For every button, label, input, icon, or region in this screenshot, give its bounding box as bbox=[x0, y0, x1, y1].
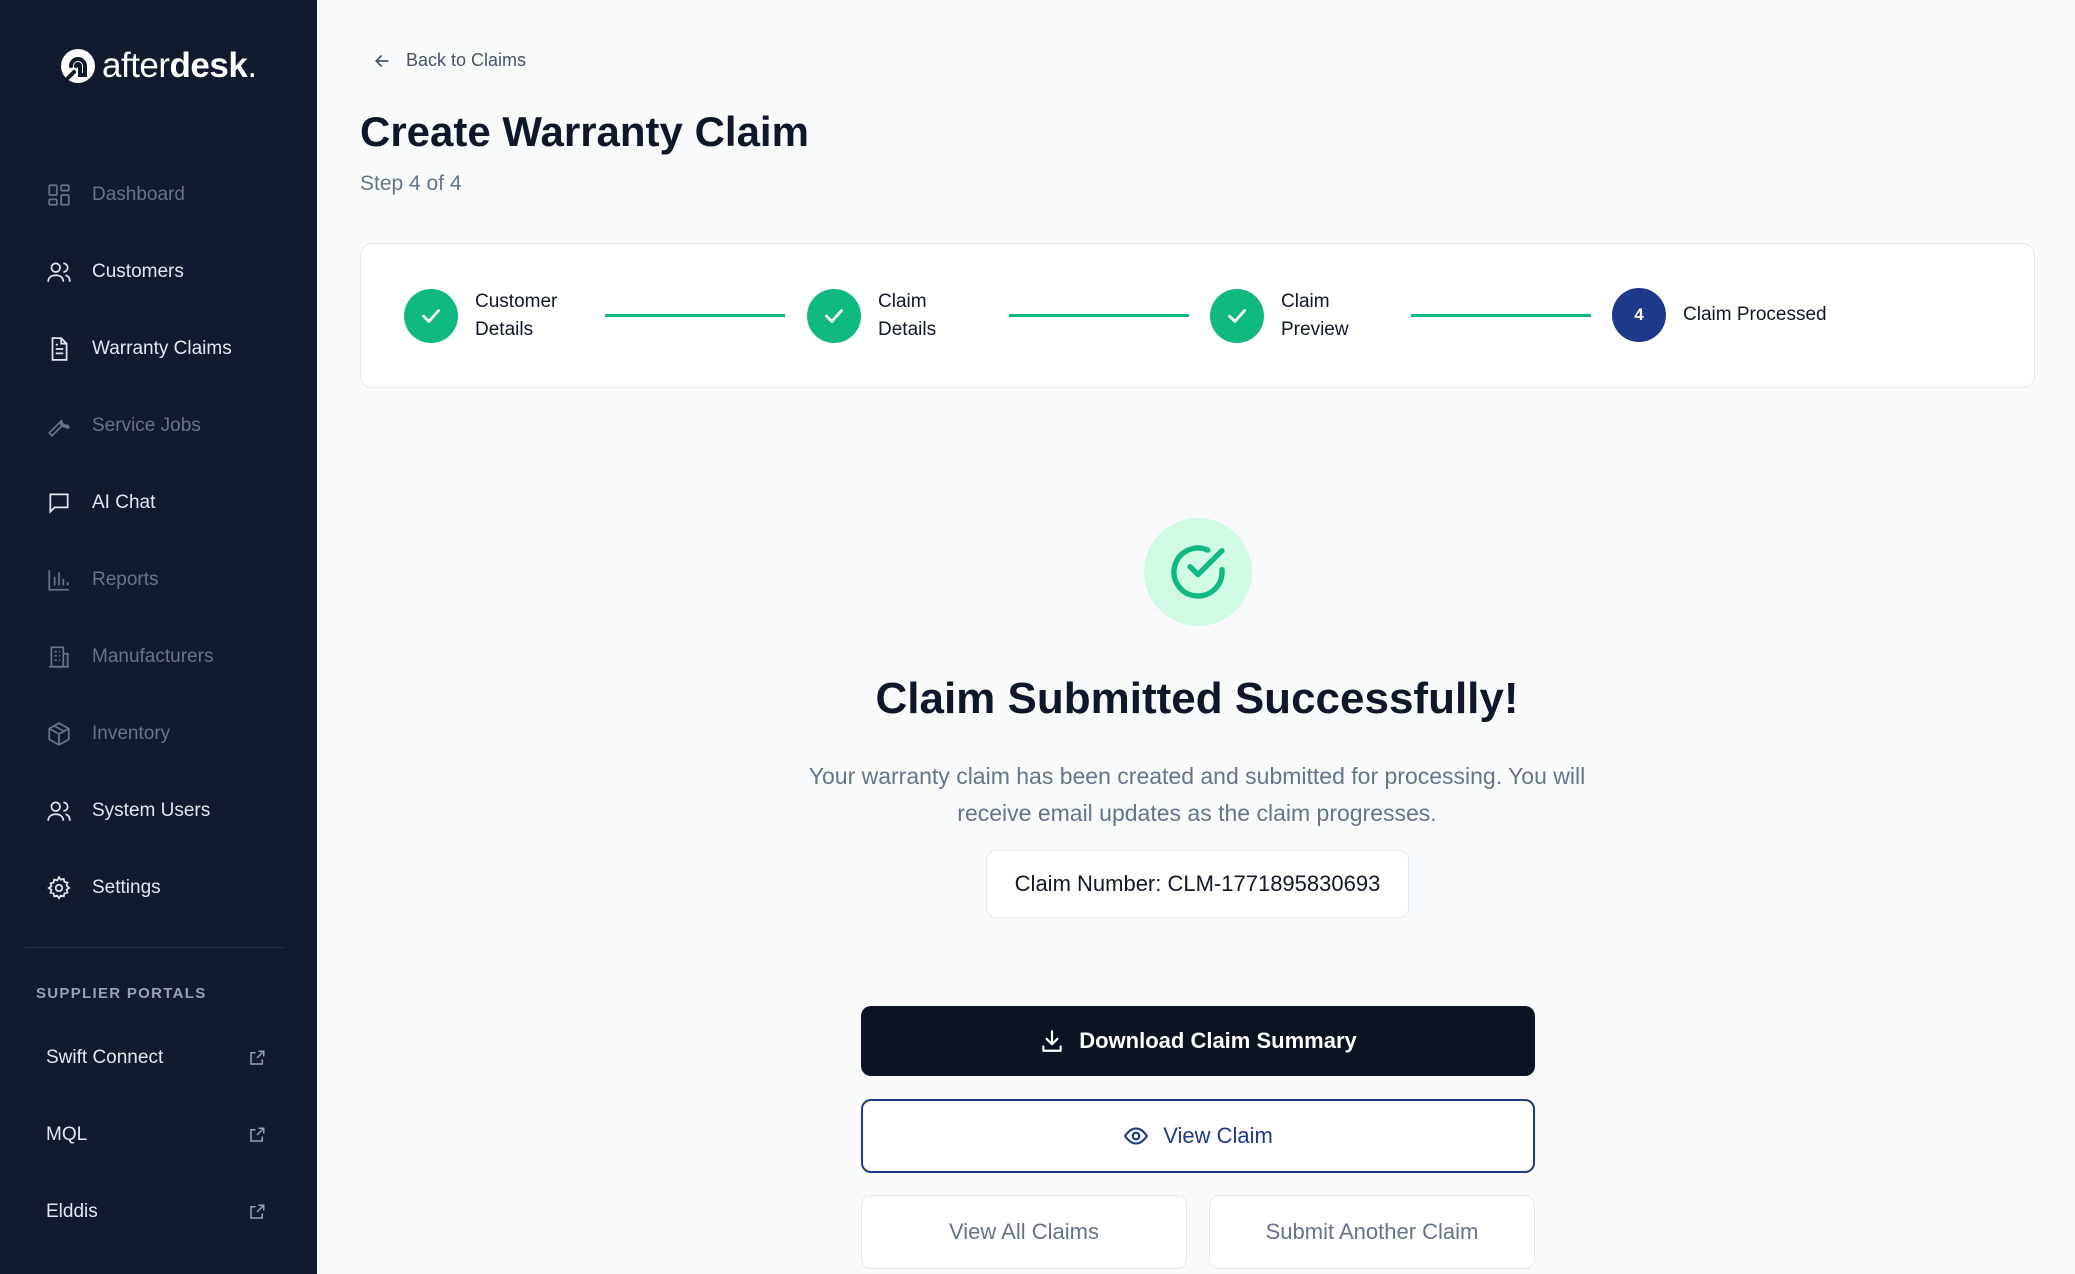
sidebar-item-dashboard[interactable]: Dashboard bbox=[0, 156, 317, 233]
users-icon bbox=[47, 261, 71, 282]
arrow-left-icon bbox=[374, 54, 389, 67]
users-icon bbox=[47, 800, 71, 821]
external-link-icon bbox=[250, 1050, 265, 1065]
sidebar-item-customers[interactable]: Customers bbox=[0, 233, 317, 310]
portal-label: Elddis bbox=[46, 1201, 98, 1222]
back-to-claims-link[interactable]: Back to Claims bbox=[372, 50, 526, 71]
download-icon bbox=[1042, 1030, 1062, 1052]
step-label-line1: Claim bbox=[1281, 291, 1330, 312]
claim-number-badge: Claim Number: CLM-1771895830693 bbox=[986, 850, 1409, 918]
check-circle-icon bbox=[1171, 545, 1225, 599]
success-badge bbox=[1144, 518, 1252, 626]
sidebar-item-label: Reports bbox=[92, 568, 159, 590]
check-icon bbox=[825, 309, 843, 323]
sidebar-item-label: System Users bbox=[92, 799, 211, 821]
sidebar: after desk. Dashboard Customers Warranty … bbox=[0, 0, 317, 1274]
step-label-line1: Claim bbox=[878, 291, 927, 312]
brand-logo[interactable]: after desk. bbox=[58, 46, 257, 86]
step-label-line2: Details bbox=[878, 319, 937, 340]
sidebar-item-ai-chat[interactable]: AI Chat bbox=[0, 464, 317, 541]
sidebar-item-label: Warranty Claims bbox=[92, 337, 232, 359]
submit-another-claim-button[interactable]: Submit Another Claim bbox=[1209, 1195, 1535, 1269]
brand-dot: . bbox=[247, 46, 257, 85]
sidebar-item-label: Service Jobs bbox=[92, 414, 201, 436]
step-current-circle: 4 bbox=[1612, 288, 1666, 342]
external-link-icon bbox=[250, 1127, 265, 1142]
sidebar-item-settings[interactable]: Settings bbox=[0, 849, 317, 926]
step-connector bbox=[1411, 314, 1591, 317]
sidebar-item-label: Inventory bbox=[92, 722, 171, 744]
view-claim-button[interactable]: View Claim bbox=[861, 1099, 1535, 1173]
step-label-line1: Customer bbox=[475, 291, 558, 312]
step-label-line2: Preview bbox=[1281, 319, 1349, 340]
wrench-icon bbox=[48, 419, 70, 437]
sidebar-item-label: Settings bbox=[92, 876, 161, 898]
sidebar-nav: Dashboard Customers Warranty Claims Serv… bbox=[0, 156, 317, 926]
portal-link-mql[interactable]: MQL bbox=[46, 1124, 266, 1146]
gear-icon bbox=[47, 874, 71, 900]
check-icon bbox=[1228, 309, 1246, 323]
view-claim-label: View Claim bbox=[1163, 1123, 1273, 1148]
bar-chart-icon bbox=[48, 569, 69, 591]
step-complete-circle bbox=[404, 289, 458, 343]
sidebar-item-label: AI Chat bbox=[92, 491, 156, 513]
download-claim-summary-button[interactable]: Download Claim Summary bbox=[861, 1006, 1535, 1076]
sidebar-item-system-users[interactable]: System Users bbox=[0, 772, 317, 849]
building-icon bbox=[49, 645, 69, 668]
sidebar-item-manufacturers[interactable]: Manufacturers bbox=[0, 618, 317, 695]
step-customer-details: Customer Details bbox=[404, 288, 585, 344]
step-claim-details: Claim Details bbox=[807, 288, 988, 344]
sidebar-item-reports[interactable]: Reports bbox=[0, 541, 317, 618]
brand-bold: desk bbox=[169, 46, 248, 85]
step-complete-circle bbox=[807, 289, 861, 343]
sidebar-item-service-jobs[interactable]: Service Jobs bbox=[0, 387, 317, 464]
portal-label: MQL bbox=[46, 1124, 88, 1145]
sidebar-item-warranty-claims[interactable]: Warranty Claims bbox=[0, 310, 317, 387]
view-all-claims-button[interactable]: View All Claims bbox=[861, 1195, 1187, 1269]
portal-link-swift-connect[interactable]: Swift Connect bbox=[46, 1047, 266, 1069]
sidebar-item-label: Dashboard bbox=[92, 183, 185, 205]
box-icon bbox=[48, 721, 70, 746]
step-claim-preview: Claim Preview bbox=[1210, 288, 1391, 344]
download-label: Download Claim Summary bbox=[1079, 1028, 1357, 1053]
step-connector bbox=[1009, 314, 1189, 317]
step-label: Claim Details bbox=[878, 288, 988, 344]
portal-link-elddis[interactable]: Elddis bbox=[46, 1201, 266, 1223]
step-connector bbox=[605, 314, 785, 317]
step-indicator: Step 4 of 4 bbox=[360, 172, 462, 195]
progress-stepper: Customer Details Claim Details Claim Pre… bbox=[360, 243, 2035, 388]
step-label: Claim Processed bbox=[1683, 304, 1827, 325]
portals-heading: SUPPLIER PORTALS bbox=[36, 985, 207, 1002]
step-label-line2: Details bbox=[475, 319, 534, 340]
step-label: Customer Details bbox=[475, 288, 585, 344]
check-icon bbox=[422, 309, 440, 323]
brand-light: after bbox=[102, 46, 170, 85]
portal-label: Swift Connect bbox=[46, 1047, 164, 1068]
sidebar-item-inventory[interactable]: Inventory bbox=[0, 695, 317, 772]
external-link-icon bbox=[250, 1204, 265, 1219]
page-title: Create Warranty Claim bbox=[360, 108, 809, 155]
step-claim-processed: 4 Claim Processed bbox=[1612, 288, 1883, 342]
sidebar-divider bbox=[25, 947, 283, 948]
step-complete-circle bbox=[1210, 289, 1264, 343]
document-icon bbox=[51, 336, 68, 361]
back-label: Back to Claims bbox=[406, 50, 527, 70]
logo-icon bbox=[61, 49, 95, 83]
step-label: Claim Preview bbox=[1281, 288, 1391, 344]
success-title: Claim Submitted Successfully! bbox=[875, 674, 1519, 723]
sidebar-item-label: Manufacturers bbox=[92, 645, 214, 667]
eye-icon bbox=[1124, 1127, 1149, 1145]
dashboard-icon bbox=[48, 183, 70, 206]
chat-icon bbox=[49, 492, 69, 514]
sidebar-item-label: Customers bbox=[92, 260, 184, 282]
success-message: Your warranty claim has been created and… bbox=[808, 763, 1586, 826]
